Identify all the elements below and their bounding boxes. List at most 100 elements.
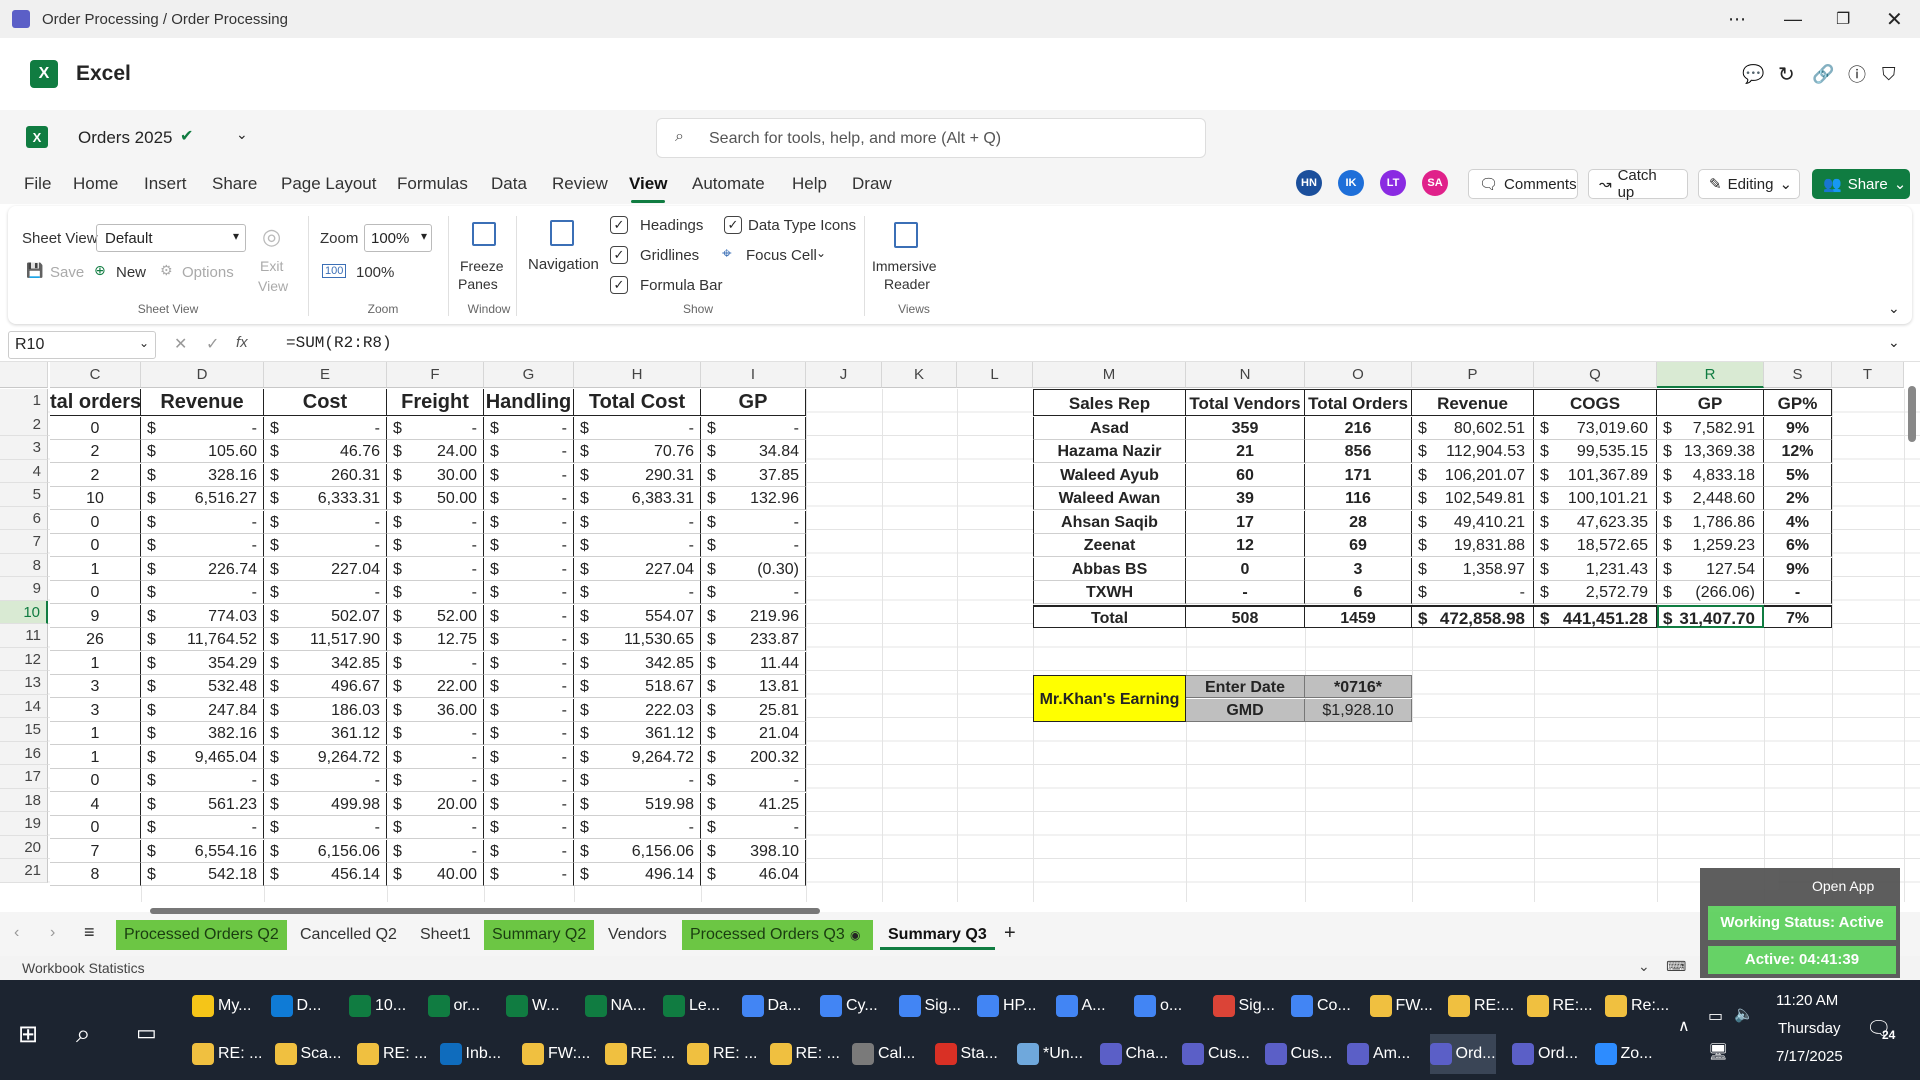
taskbar-app[interactable]: Cha... xyxy=(1099,1034,1168,1074)
money-cell[interactable]: $ - xyxy=(484,628,574,651)
money-cell[interactable]: $774.03 xyxy=(141,604,264,628)
sheet-tab-sheet1[interactable]: Sheet1 xyxy=(412,920,479,950)
money-cell[interactable]: $ - xyxy=(484,510,574,534)
orders-cell[interactable]: 1 xyxy=(50,745,141,769)
taskbar-app[interactable]: Da... xyxy=(741,986,801,1026)
money-cell[interactable]: $398.10 xyxy=(701,839,806,863)
taskbar-app[interactable]: RE: ... xyxy=(357,1034,427,1074)
exit-sheet-view-icon[interactable]: ◎ xyxy=(262,224,281,250)
money-cell[interactable]: $46.04 xyxy=(701,863,806,886)
column-header-j[interactable]: J xyxy=(806,362,882,388)
ribbon-collapse-icon[interactable]: ⌄ xyxy=(1888,300,1900,317)
money-cell[interactable]: $34.84 xyxy=(701,440,806,463)
left-header-3[interactable]: Freight xyxy=(387,389,484,416)
summary-cell[interactable]: 12 xyxy=(1186,534,1305,557)
taskbar-app[interactable]: RE:... xyxy=(1526,986,1593,1026)
tab-review[interactable]: Review xyxy=(552,174,608,194)
money-cell[interactable]: $ (0.30) xyxy=(701,557,806,581)
summary-cell[interactable]: 3 xyxy=(1305,557,1412,581)
add-sheet-icon[interactable]: + xyxy=(1004,922,1016,945)
money-cell[interactable]: $ - xyxy=(484,487,574,510)
sheet-tab-summary-q3[interactable]: Summary Q3 xyxy=(880,920,995,950)
money-cell[interactable]: $12.75 xyxy=(387,628,484,651)
summary-header-5[interactable]: GP xyxy=(1657,389,1764,416)
row-header-4[interactable]: 4 xyxy=(0,459,48,483)
money-cell[interactable]: $ - xyxy=(264,816,387,839)
left-header-6[interactable]: GP xyxy=(701,389,806,416)
money-cell[interactable]: $ - xyxy=(264,510,387,534)
tab-home[interactable]: Home xyxy=(73,174,118,194)
taskbar-app[interactable]: Cus... xyxy=(1264,1034,1332,1074)
column-header-f[interactable]: F xyxy=(387,362,484,388)
summary-money-cell[interactable]: $19,831.88 xyxy=(1412,534,1534,557)
row-header-10[interactable]: 10 xyxy=(0,600,48,624)
column-header-d[interactable]: D xyxy=(141,362,264,388)
taskbar-app[interactable]: 10... xyxy=(349,986,406,1026)
money-cell[interactable]: $ - xyxy=(387,816,484,839)
enter-date-label[interactable]: Enter Date xyxy=(1186,675,1305,698)
row-header-19[interactable]: 19 xyxy=(0,812,48,836)
summary-money-cell[interactable]: $49,410.21 xyxy=(1412,510,1534,534)
summary-header-3[interactable]: Revenue xyxy=(1412,389,1534,416)
money-cell[interactable]: $ - xyxy=(484,816,574,839)
orders-cell[interactable]: 0 xyxy=(50,769,141,792)
cancel-icon[interactable]: ✕ xyxy=(174,334,187,354)
orders-cell[interactable]: 26 xyxy=(50,628,141,651)
money-cell[interactable]: $219.96 xyxy=(701,604,806,628)
view-label[interactable]: View xyxy=(258,278,288,294)
orders-cell[interactable]: 3 xyxy=(50,675,141,698)
taskbar-app[interactable]: or... xyxy=(427,986,480,1026)
column-header-k[interactable]: K xyxy=(882,362,957,388)
money-cell[interactable]: $ - xyxy=(484,745,574,769)
sheet-tab-cancelled-q2[interactable]: Cancelled Q2 xyxy=(292,920,405,950)
battery-icon[interactable]: ▭ xyxy=(1708,1006,1723,1026)
taskbar-app[interactable]: FW... xyxy=(1369,986,1433,1026)
money-cell[interactable]: $361.12 xyxy=(264,722,387,745)
money-cell[interactable]: $ - xyxy=(387,557,484,581)
money-cell[interactable]: $36.00 xyxy=(387,698,484,722)
summary-money-cell[interactable]: $80,602.51 xyxy=(1412,416,1534,440)
money-cell[interactable]: $6,156.06 xyxy=(574,839,701,863)
orders-cell[interactable]: 9 xyxy=(50,604,141,628)
summary-cell[interactable]: 116 xyxy=(1305,487,1412,510)
money-cell[interactable]: $11,517.90 xyxy=(264,628,387,651)
catchup-button[interactable]: ↝ Catch up xyxy=(1588,167,1688,201)
money-cell[interactable]: $ - xyxy=(484,698,574,722)
taskbar-app[interactable]: Sta... xyxy=(934,1034,998,1074)
refresh-icon[interactable]: ↻ xyxy=(1778,62,1795,87)
summary-money-cell[interactable]: $ (266.06) xyxy=(1657,581,1764,604)
summary-header-2[interactable]: Total Orders xyxy=(1305,389,1412,416)
money-cell[interactable]: $542.18 xyxy=(141,863,264,886)
money-cell[interactable]: $ - xyxy=(701,510,806,534)
orders-cell[interactable]: 10 xyxy=(50,487,141,510)
summary-money-cell[interactable]: $102,549.81 xyxy=(1412,487,1534,510)
money-cell[interactable]: $40.00 xyxy=(387,863,484,886)
workbook-statistics[interactable]: Workbook Statistics xyxy=(22,960,145,976)
money-cell[interactable]: $ - xyxy=(141,816,264,839)
taskbar-app[interactable]: My... xyxy=(192,986,251,1026)
row-header-2[interactable]: 2 xyxy=(0,412,48,436)
row-header-5[interactable]: 5 xyxy=(0,483,48,507)
formula-bar-checkbox[interactable]: ✓ xyxy=(610,276,628,294)
money-cell[interactable]: $ - xyxy=(484,440,574,463)
money-cell[interactable]: $ - xyxy=(701,769,806,792)
summary-money-cell[interactable]: $73,019.60 xyxy=(1534,416,1657,440)
money-cell[interactable]: $11,530.65 xyxy=(574,628,701,651)
money-cell[interactable]: $9,465.04 xyxy=(141,745,264,769)
money-cell[interactable]: $ - xyxy=(387,416,484,440)
money-cell[interactable]: $ - xyxy=(387,745,484,769)
info-icon[interactable]: ⓘ xyxy=(1848,61,1866,87)
tab-formulas[interactable]: Formulas xyxy=(397,174,468,194)
prev-sheet-icon[interactable]: ‹ xyxy=(14,924,19,942)
editing-button[interactable]: ✎ Editing ⌄ xyxy=(1698,169,1800,199)
taskbar-app[interactable]: Ord... xyxy=(1429,1034,1496,1074)
taskbar-app[interactable]: *Un... xyxy=(1017,1034,1083,1074)
money-cell[interactable]: $200.32 xyxy=(701,745,806,769)
orders-cell[interactable]: 0 xyxy=(50,581,141,604)
summary-cell[interactable]: Total xyxy=(1033,604,1186,628)
summary-money-cell[interactable]: $112,904.53 xyxy=(1412,440,1534,463)
taskbar-app[interactable]: RE:... xyxy=(1448,986,1514,1026)
doc-dropdown-icon[interactable]: ⌄ xyxy=(236,126,248,143)
summary-cell[interactable]: 0 xyxy=(1186,557,1305,581)
money-cell[interactable]: $ - xyxy=(141,581,264,604)
